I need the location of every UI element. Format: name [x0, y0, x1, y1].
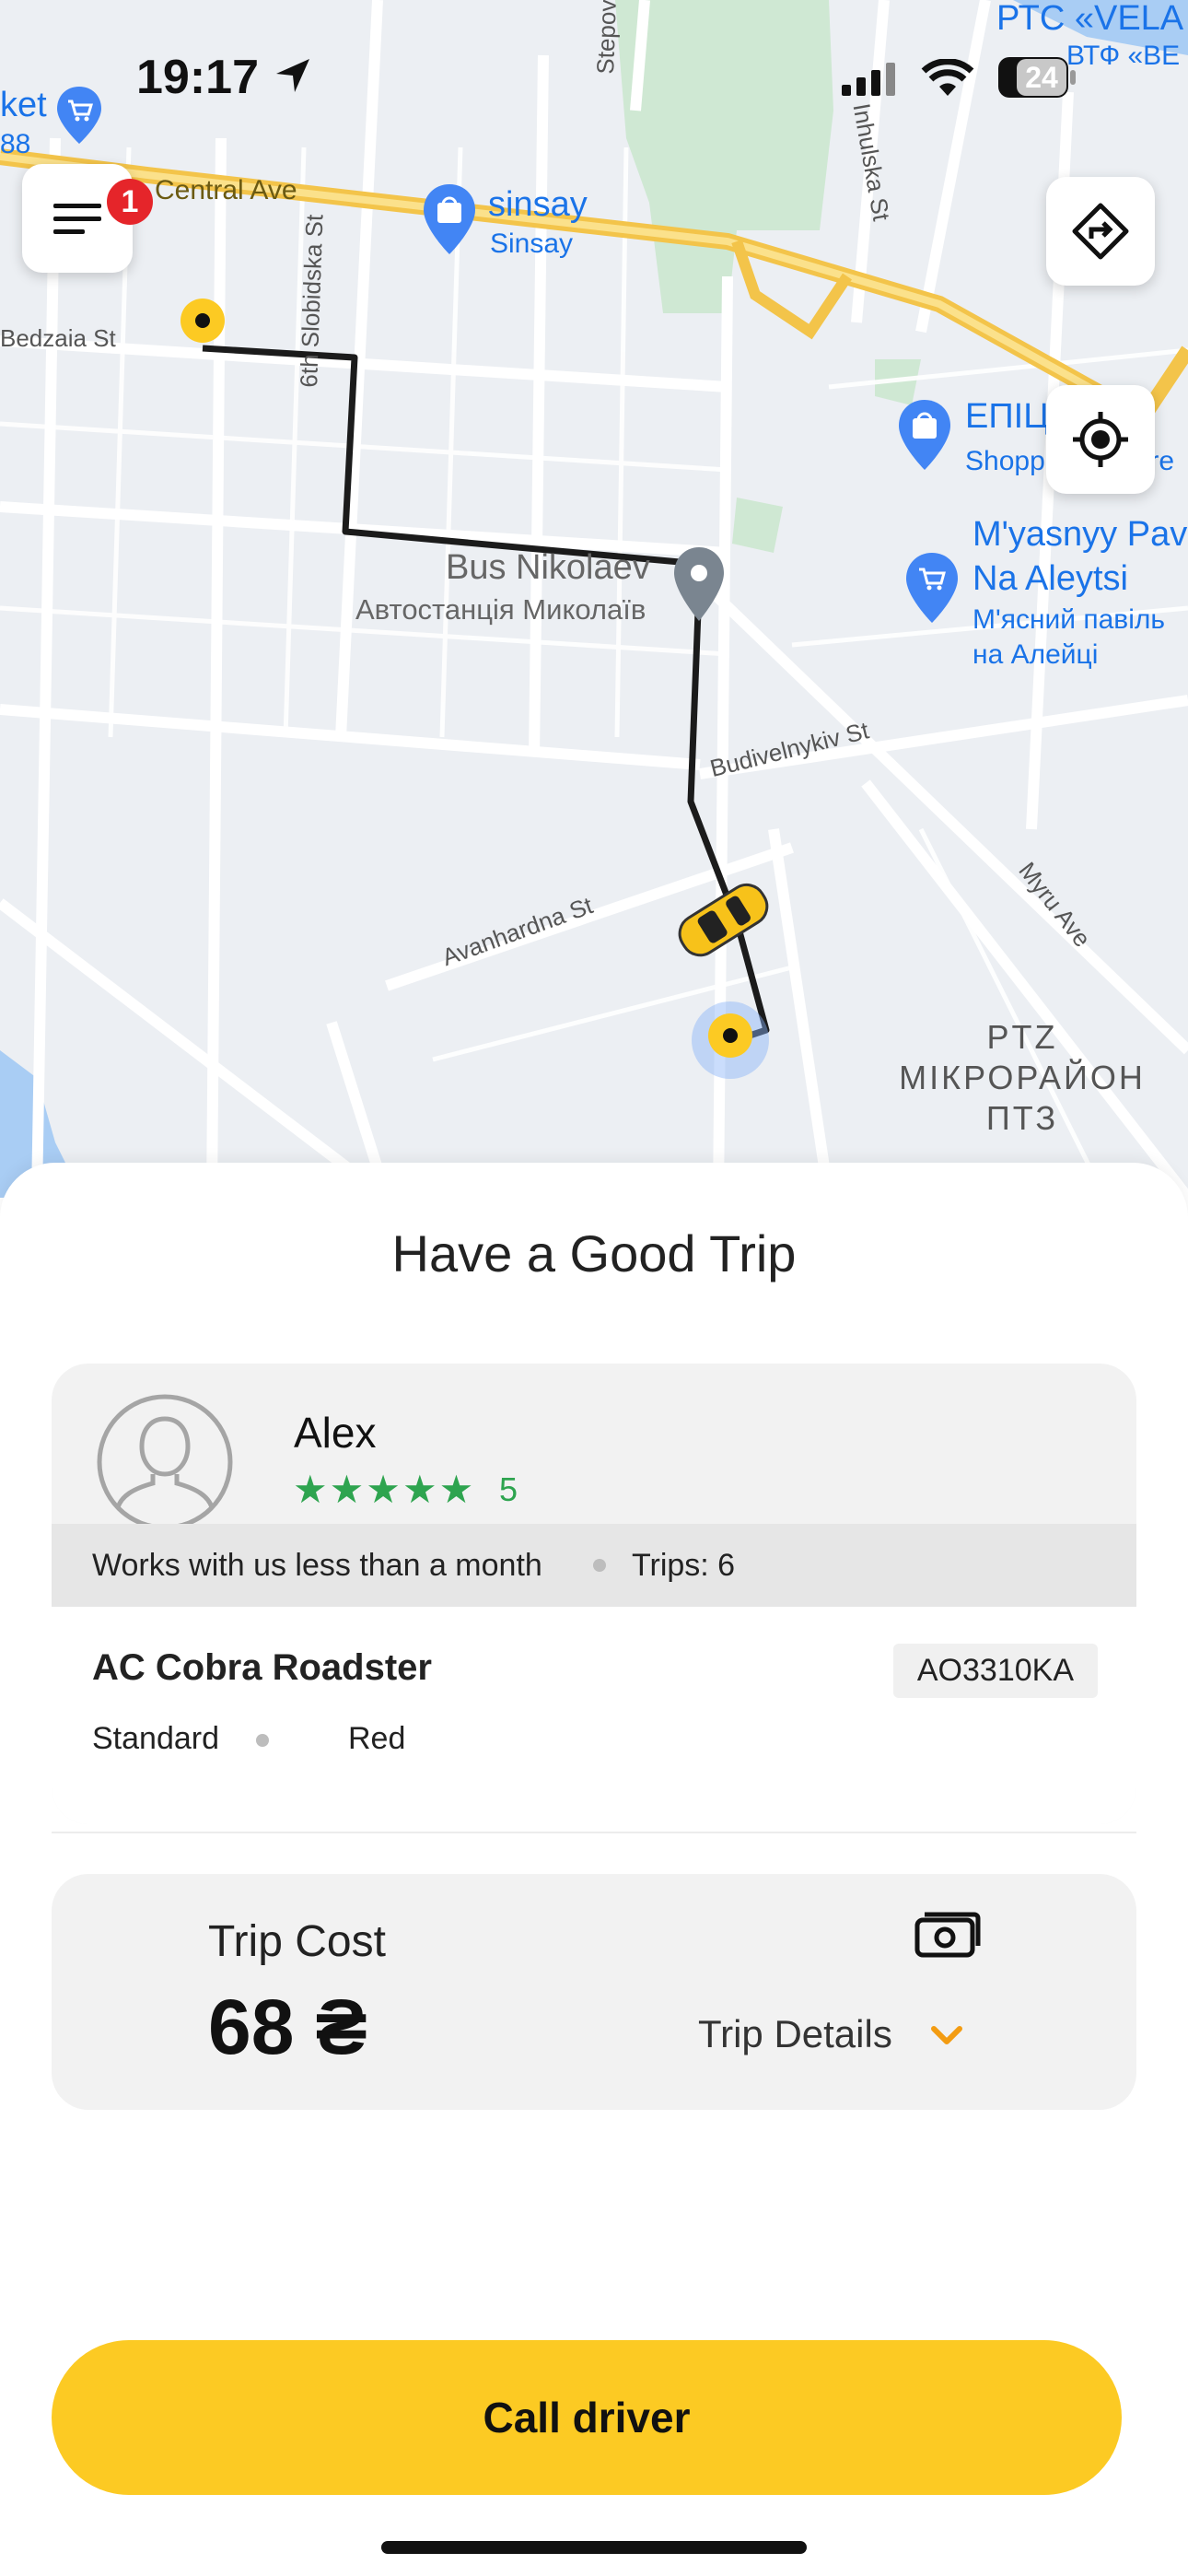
- poi-myasnyy-sublabel: М'ясний павіль: [973, 604, 1166, 635]
- driver-name: Alex: [294, 1409, 377, 1457]
- driver-info-band: Works with us less than a month Trips: 6: [52, 1524, 1136, 1607]
- district-label-line-2: МІКРОРАЙОН: [899, 1059, 1146, 1096]
- crosshair-icon: [1073, 412, 1128, 467]
- driver-trips: Trips: 6: [632, 1547, 736, 1583]
- driver-tenure: Works with us less than a month: [92, 1547, 542, 1583]
- battery-level: 24: [1025, 61, 1058, 94]
- home-indicator: [381, 2541, 807, 2554]
- driver-rating-stars: ★★★★★: [293, 1468, 476, 1511]
- wifi-icon: [921, 58, 974, 104]
- cash-icon: [914, 1909, 982, 1965]
- location-arrow-icon: [273, 55, 313, 100]
- poi-sinsay-label: sinsay: [488, 185, 588, 224]
- car-color: Red: [348, 1721, 406, 1756]
- street-label-central-ave: Central Ave: [155, 175, 297, 205]
- district-label-line-1: PTZ: [986, 1018, 1058, 1056]
- status-time: 19:17: [136, 51, 259, 104]
- trip-details-toggle[interactable]: Trip Details: [698, 2012, 892, 2056]
- chevron-down-icon[interactable]: [928, 2023, 965, 2054]
- poi-myasnyy-label: M'yasnyy Pav: [973, 515, 1188, 554]
- menu-icon: [53, 204, 101, 234]
- menu-button[interactable]: 1: [22, 164, 153, 273]
- poi-sinsay-sublabel: Sinsay: [490, 228, 574, 259]
- map-view[interactable]: Central Ave Bedzaia St 6th Slobidska St …: [0, 0, 1188, 1198]
- poi-epic-sublabel: Shopp: [965, 446, 1045, 476]
- car-plate: AO3310KA: [892, 1644, 1098, 1698]
- car-class: Standard: [92, 1721, 219, 1756]
- poi-epic-label: ЕПІЦ: [965, 397, 1050, 436]
- directions-icon: [1072, 203, 1129, 260]
- poi-bus-label: Bus Nikolaev: [446, 548, 650, 587]
- trip-bottom-sheet: Have a Good Trip Alex ★★★★★ 5 Works with…: [0, 1163, 1188, 2576]
- driver-card: Alex ★★★★★ 5 Works with us less than a m…: [52, 1364, 1136, 1824]
- driver-rating-value: 5: [499, 1470, 518, 1508]
- sheet-title: Have a Good Trip: [391, 1224, 797, 1282]
- poi-bus-sublabel: Автостанція Миколаїв: [355, 593, 646, 626]
- district-label: PTZ МІКРОРАЙОН ПТЗ: [884, 1017, 1160, 1139]
- status-bar: 19:17 24: [0, 0, 1188, 138]
- poi-myasnyy-label-2: Na Aleytsi: [973, 559, 1128, 598]
- separator-dot: [593, 1559, 606, 1572]
- trip-cost-label: Trip Cost: [208, 1917, 386, 1966]
- trip-cost-card: Trip Cost 68 ₴ Trip Details: [52, 1874, 1136, 2110]
- poi-myasnyy-sublabel-2: на Алейці: [973, 639, 1099, 670]
- car-model: AC Cobra Roadster: [92, 1647, 432, 1688]
- car-info: AC Cobra Roadster AO3310KA Standard Red: [52, 1607, 1136, 1824]
- call-driver-button[interactable]: Call driver: [52, 2340, 1122, 2495]
- route-overview-button[interactable]: [1046, 177, 1155, 286]
- cellular-signal-icon: [842, 61, 903, 102]
- section-divider: [52, 1832, 1136, 1833]
- street-label-bedzaia: Bedzaia St: [0, 324, 116, 352]
- district-label-line-3: ПТЗ: [985, 1099, 1059, 1137]
- trip-cost-value: 68 ₴: [208, 1984, 367, 2070]
- my-location-button[interactable]: [1046, 385, 1155, 494]
- notification-badge: 1: [107, 179, 153, 225]
- separator-dot-2: [256, 1734, 269, 1747]
- street-label-slobidska: 6th Slobidska St: [295, 214, 329, 389]
- battery-icon: 24: [998, 57, 1076, 100]
